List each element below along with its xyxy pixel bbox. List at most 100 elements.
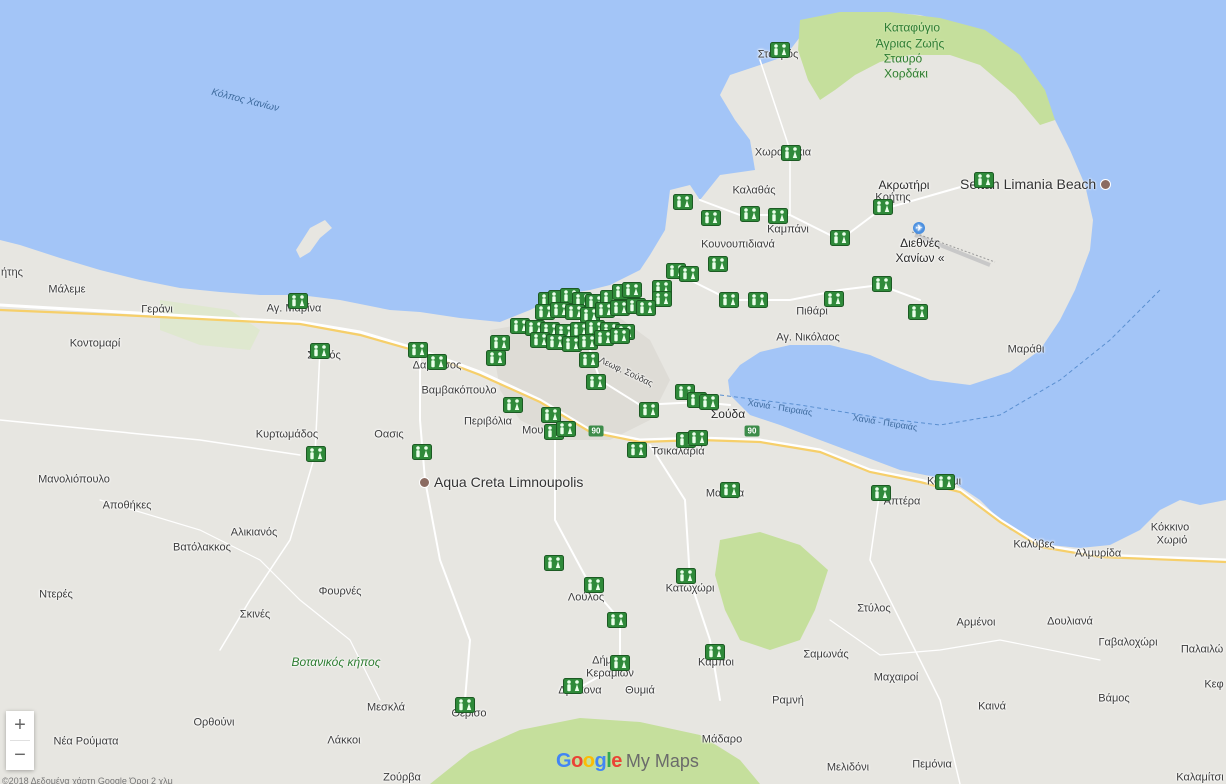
place-label: Καλαμίτσι xyxy=(1176,771,1224,784)
place-label: Μάδαρο xyxy=(701,733,743,746)
toilet-marker-icon[interactable] xyxy=(288,293,308,309)
toilet-marker-icon[interactable] xyxy=(872,276,892,292)
place-label: Βάμος xyxy=(1098,692,1130,705)
toilet-marker-icon[interactable] xyxy=(673,194,693,210)
place-label: Λούλος xyxy=(567,591,605,604)
place-label: Κουνουπιδιανά xyxy=(701,238,775,251)
place-label: Μελιδόνι xyxy=(826,761,870,774)
place-label: Αρμένοι xyxy=(956,616,996,629)
place-label: Δουλιανά xyxy=(1047,615,1093,628)
toilet-marker-icon[interactable] xyxy=(679,266,699,282)
toilet-marker-icon[interactable] xyxy=(688,430,708,446)
zoom-out-button[interactable]: − xyxy=(6,741,34,770)
place-label: Παλαιλώ xyxy=(1180,643,1224,656)
toilet-marker-icon[interactable] xyxy=(676,568,696,584)
toilet-marker-icon[interactable] xyxy=(455,697,475,713)
place-label: Μαχαιροί xyxy=(873,671,919,684)
place-label: Στύλος xyxy=(857,602,891,615)
toilet-marker-icon[interactable] xyxy=(740,206,760,222)
toilet-marker-icon[interactable] xyxy=(563,678,583,694)
toilet-marker-icon[interactable] xyxy=(586,374,606,390)
toilet-marker-icon[interactable] xyxy=(708,256,728,272)
map-canvas[interactable]: Κόλπος Χανίων Χανιά - Πειραιάς Χανιά - Π… xyxy=(0,0,1226,784)
toilet-marker-icon[interactable] xyxy=(490,335,510,351)
place-label: Καλαθάς xyxy=(732,184,776,197)
toilet-marker-icon[interactable] xyxy=(699,394,719,410)
toilet-marker-icon[interactable] xyxy=(719,292,739,308)
place-label: Κοντομαρί xyxy=(69,337,121,350)
poi-aqua-creta[interactable]: Aqua Creta Limnoupolis xyxy=(419,474,583,490)
place-label: Βαμβακόπουλο xyxy=(421,384,497,397)
place-label: Πεμόνια xyxy=(912,758,952,771)
place-label: Μανολιόπουλο xyxy=(38,473,110,486)
toilet-marker-icon[interactable] xyxy=(720,482,740,498)
highway-shield: 90 xyxy=(588,425,604,437)
toilet-marker-icon[interactable] xyxy=(486,350,506,366)
toilet-marker-icon[interactable] xyxy=(935,474,955,490)
toilet-marker-icon[interactable] xyxy=(427,354,447,370)
google-my-maps-logo: Google My Maps xyxy=(556,750,699,773)
toilet-marker-icon[interactable] xyxy=(636,300,656,316)
toilet-marker-icon[interactable] xyxy=(544,555,564,571)
place-label: Περιβόλια xyxy=(463,415,513,428)
toilet-marker-icon[interactable] xyxy=(768,208,788,224)
toilet-marker-icon[interactable] xyxy=(584,577,604,593)
logo-letter: o xyxy=(582,750,595,772)
place-label: ήτης xyxy=(1,266,23,279)
toilet-marker-icon[interactable] xyxy=(770,42,790,58)
toilet-marker-icon[interactable] xyxy=(748,292,768,308)
logo-letter: G xyxy=(556,750,572,772)
toilet-marker-icon[interactable] xyxy=(701,210,721,226)
zoom-in-button[interactable]: + xyxy=(6,711,34,740)
place-label: Πιθάρι xyxy=(796,305,828,318)
park-label-botanical: Βοτανικός κήπος xyxy=(291,655,381,669)
place-label: Χωριό xyxy=(1156,534,1188,547)
place-label: Θυμιά xyxy=(625,684,655,697)
place-label: Σκινές xyxy=(239,608,271,621)
poi-label: Aqua Creta Limnoupolis xyxy=(434,474,584,490)
airport-label-1: Διεθνές xyxy=(900,236,940,251)
toilet-marker-icon[interactable] xyxy=(310,343,330,359)
place-label: Δήμ xyxy=(592,654,612,667)
toilet-marker-icon[interactable] xyxy=(607,612,627,628)
place-label: Σαμωνάς xyxy=(803,648,849,661)
place-label: Ακρωτήρι xyxy=(878,178,930,192)
place-label: Τσικαλαριά xyxy=(651,445,705,458)
place-label: Γαβαλοχώρι xyxy=(1098,636,1158,649)
toilet-marker-icon[interactable] xyxy=(830,230,850,246)
reserve-label-3: Σταυρό xyxy=(883,51,923,66)
toilet-marker-icon[interactable] xyxy=(556,421,576,437)
toilet-marker-icon[interactable] xyxy=(408,342,428,358)
map-attribution: ©2018 Δεδομένα χάρτη Google Όροι 2 χλμ xyxy=(2,776,173,784)
airport-marker[interactable]: ✈ xyxy=(913,222,925,234)
toilet-marker-icon[interactable] xyxy=(579,352,599,368)
place-label: Γεράνι xyxy=(141,303,173,316)
toilet-marker-icon[interactable] xyxy=(781,145,801,161)
toilet-marker-icon[interactable] xyxy=(974,172,994,188)
toilet-marker-icon[interactable] xyxy=(908,304,928,320)
place-label: Οασις xyxy=(374,428,404,441)
toilet-marker-icon[interactable] xyxy=(610,328,630,344)
logo-letter: e xyxy=(611,750,622,772)
place-label: Μαράθι xyxy=(1007,343,1045,356)
place-label: Καμπάνι xyxy=(767,223,809,236)
toilet-marker-icon[interactable] xyxy=(871,485,891,501)
toilet-marker-icon[interactable] xyxy=(306,446,326,462)
place-label: Κατωχώρι xyxy=(665,582,715,595)
logo-letter: g xyxy=(594,750,607,772)
toilet-marker-icon[interactable] xyxy=(824,291,844,307)
reserve-label-2: Άγριας Ζωής xyxy=(875,36,945,51)
place-label: Αγ. Νικόλαος xyxy=(776,331,840,344)
toilet-marker-icon[interactable] xyxy=(412,444,432,460)
my-maps-text: My Maps xyxy=(625,751,699,771)
toilet-marker-icon[interactable] xyxy=(705,644,725,660)
toilet-marker-icon[interactable] xyxy=(873,199,893,215)
toilet-marker-icon[interactable] xyxy=(627,442,647,458)
toilet-marker-icon[interactable] xyxy=(639,402,659,418)
place-label: Αλμυρίδα xyxy=(1074,547,1122,560)
toilet-marker-icon[interactable] xyxy=(610,655,630,671)
waterpark-pin-icon xyxy=(419,476,430,488)
place-label: Ντερές xyxy=(39,588,73,601)
toilet-marker-icon[interactable] xyxy=(503,397,523,413)
toilet-marker-icon[interactable] xyxy=(622,282,642,298)
